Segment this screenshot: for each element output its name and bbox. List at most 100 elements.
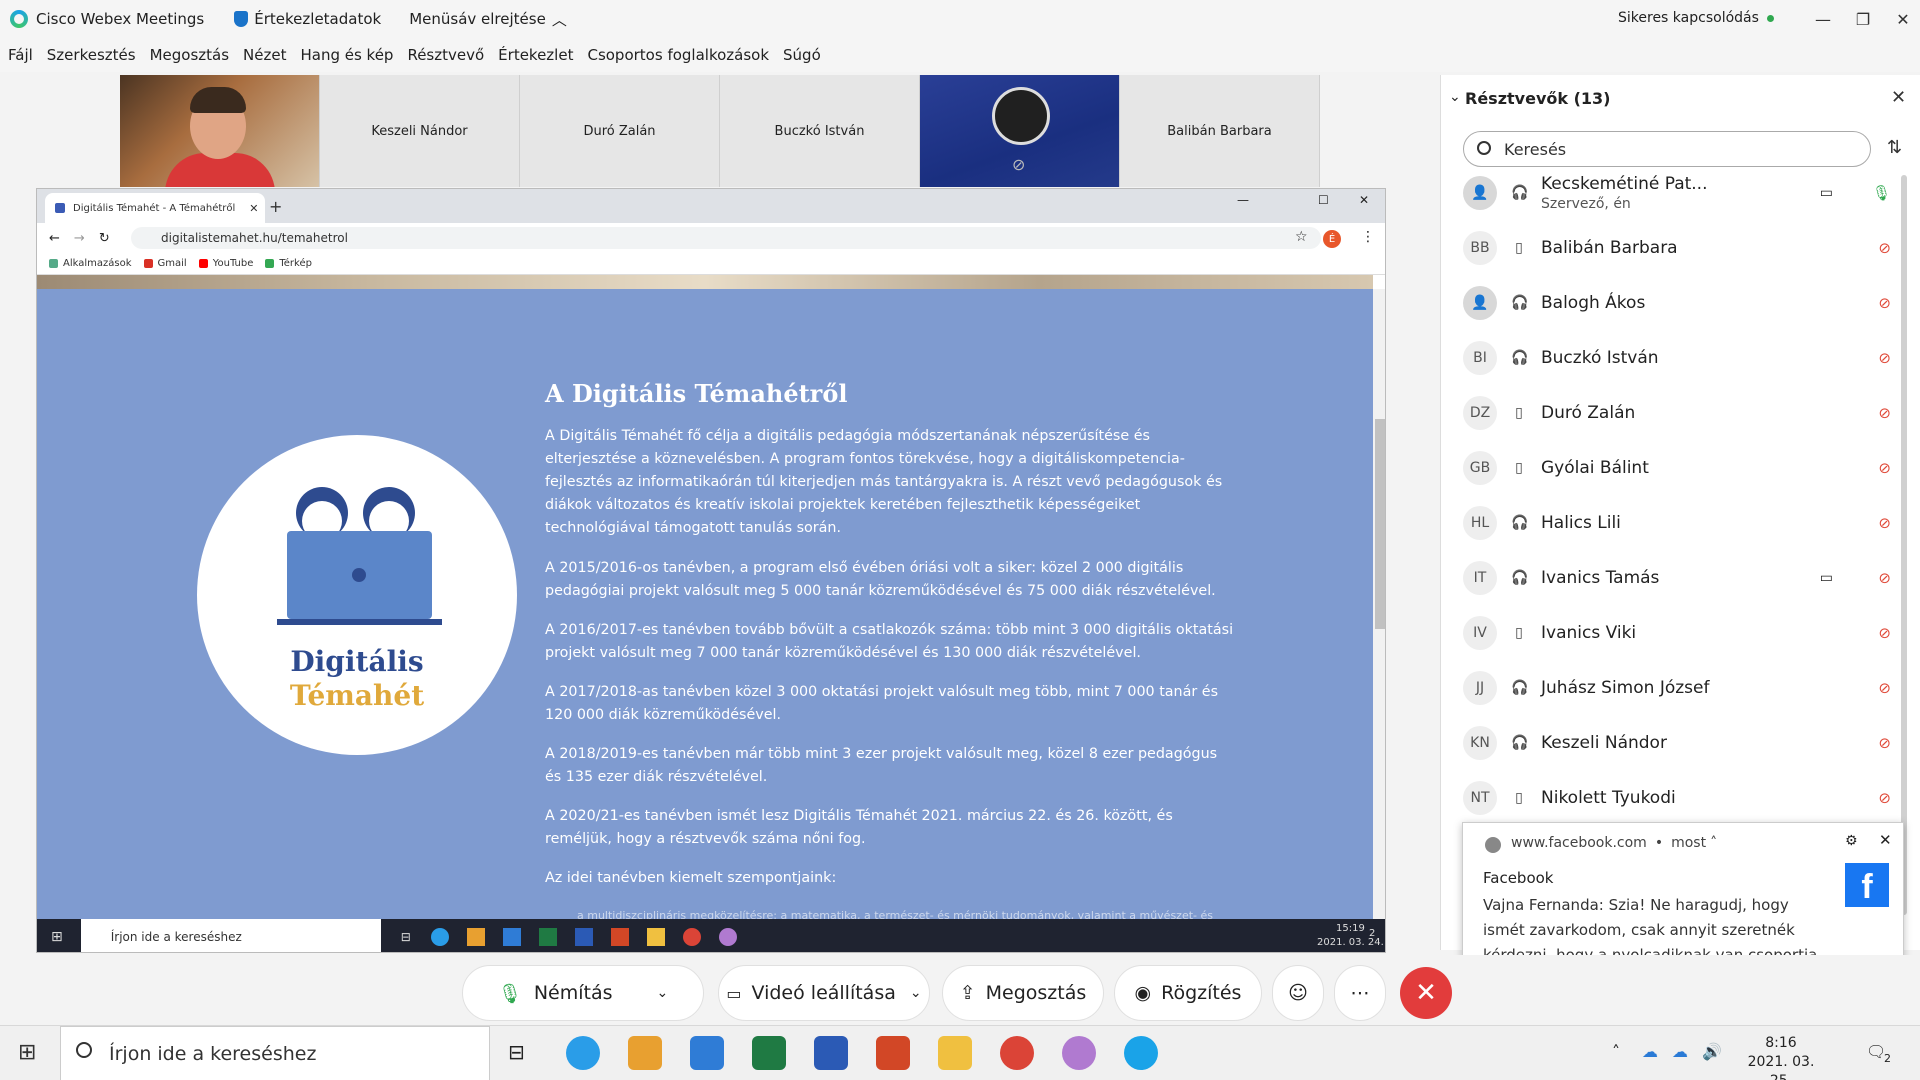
browser-tab[interactable]: Digitális Témahét - A Témahétről ✕	[45, 193, 265, 223]
webex-icon[interactable]	[1124, 1036, 1158, 1070]
chrome-icon[interactable]	[1000, 1036, 1034, 1070]
microphone-muted-icon[interactable]: ⊘	[1878, 789, 1891, 807]
microphone-icon[interactable]: 🎙	[1872, 184, 1891, 202]
browser-close-button[interactable]: ✕	[1359, 193, 1369, 207]
chevron-down-icon[interactable]: ⌄	[657, 985, 669, 1001]
menu-file[interactable]: Fájl	[8, 46, 33, 64]
bookmark-apps[interactable]: Alkalmazások	[49, 258, 132, 269]
browser-menu-icon[interactable]: ⋮	[1361, 229, 1375, 245]
video-camera-icon: ▭	[1819, 184, 1833, 201]
stop-video-button[interactable]: ▭ Videó leállítása ⌄	[718, 965, 930, 1021]
record-button[interactable]: ◉ Rögzítés	[1114, 965, 1262, 1021]
taskbar-clock[interactable]: 8:16 2021. 03. 25.	[1736, 1034, 1826, 1080]
video-tile[interactable]: Duró Zalán	[520, 75, 720, 187]
participant-row[interactable]: JJ 🎧 Juhász Simon József ⊘	[1463, 660, 1903, 715]
video-tile[interactable]: Buczkó István	[720, 75, 920, 187]
close-icon: ✕	[1415, 978, 1437, 1008]
panel-close-icon[interactable]: ✕	[1891, 87, 1906, 108]
mute-button[interactable]: 🎙 Némítás ⌄	[462, 965, 704, 1021]
microphone-muted-icon[interactable]: ⊘	[1878, 404, 1891, 422]
self-video-tile[interactable]	[120, 75, 320, 187]
bookmark-maps[interactable]: Térkép	[265, 258, 312, 269]
notification-close-icon[interactable]: ✕	[1879, 831, 1892, 849]
browser-minimize-button[interactable]: —	[1237, 193, 1249, 207]
edge-icon[interactable]	[566, 1036, 600, 1070]
leave-meeting-button[interactable]: ✕	[1400, 967, 1452, 1019]
close-button[interactable]: ✕	[1880, 0, 1920, 38]
store-icon[interactable]	[628, 1036, 662, 1070]
volume-icon[interactable]: 🔊	[1702, 1042, 1722, 1061]
microphone-muted-icon[interactable]: ⊘	[1878, 294, 1891, 312]
video-tile[interactable]: Keszeli Nándor	[320, 75, 520, 187]
chevron-up-icon[interactable]: ˄	[1612, 1042, 1620, 1061]
reload-icon[interactable]: ↻	[99, 231, 110, 246]
collapse-chevron-icon[interactable]: ⌄	[1449, 89, 1461, 105]
video-tile[interactable]: Balibán Barbara	[1120, 75, 1320, 187]
hide-menu-button[interactable]: Menüsáv elrejtése ︿	[409, 9, 567, 30]
meeting-info-button[interactable]: Értekezletadatok	[234, 10, 381, 28]
excel-icon[interactable]	[752, 1036, 786, 1070]
start-icon: ⊞	[51, 928, 63, 945]
bookmark-youtube[interactable]: YouTube	[198, 258, 253, 269]
microphone-muted-icon[interactable]: ⊘	[1878, 459, 1891, 477]
obs-video-tile[interactable]: ⊘	[920, 75, 1120, 187]
camera-icon: ▭	[726, 983, 742, 1003]
participant-row[interactable]: DZ ▯ Duró Zalán ⊘	[1463, 385, 1903, 440]
word-icon[interactable]	[814, 1036, 848, 1070]
participant-row[interactable]: KN 🎧 Keszeli Nándor ⊘	[1463, 715, 1903, 770]
mail-icon[interactable]	[690, 1036, 724, 1070]
onedrive-icon[interactable]: ☁	[1642, 1042, 1658, 1061]
sort-icon[interactable]: ⇅	[1887, 137, 1902, 158]
participant-row[interactable]: 👤 🎧 Kecskeméti​né Pat... Szervező, én ▭ 🎙	[1463, 165, 1903, 220]
chevron-down-icon[interactable]: ⌄	[910, 985, 922, 1001]
participant-row[interactable]: IT 🎧 Ivanics Tamás ▭ ⊘	[1463, 550, 1903, 605]
microphone-muted-icon[interactable]: ⊘	[1878, 349, 1891, 367]
onedrive-icon[interactable]: ☁	[1672, 1042, 1688, 1061]
app-icon[interactable]	[1062, 1036, 1096, 1070]
microphone-muted-icon[interactable]: ⊘	[1878, 679, 1891, 697]
profile-avatar[interactable]: É	[1323, 230, 1341, 248]
reactions-button[interactable]: ☺	[1272, 965, 1324, 1021]
participant-row[interactable]: IV ▯ Ivanics Viki ⊘	[1463, 605, 1903, 660]
file-explorer-icon[interactable]	[938, 1036, 972, 1070]
browser-maximize-button[interactable]: ☐	[1318, 193, 1329, 207]
microphone-muted-icon[interactable]: ⊘	[1878, 239, 1891, 257]
participant-row[interactable]: 👤 🎧 Balogh Ákos ⊘	[1463, 275, 1903, 330]
forward-icon[interactable]: →	[74, 231, 85, 246]
scrollbar-thumb[interactable]	[1375, 419, 1385, 629]
shared-screen: Digitális Témahét - A Témahétről ✕ + — ☐…	[36, 188, 1386, 953]
menu-breakout[interactable]: Csoportos foglalkozások	[587, 46, 769, 64]
powerpoint-icon[interactable]	[876, 1036, 910, 1070]
menu-view[interactable]: Nézet	[243, 46, 286, 64]
microphone-muted-icon[interactable]: ⊘	[1878, 569, 1891, 587]
participant-row[interactable]: HL 🎧 Halics Lili ⊘	[1463, 495, 1903, 550]
task-view-icon[interactable]: ⊟	[508, 1040, 525, 1064]
menu-participant[interactable]: Résztvevő	[407, 46, 484, 64]
taskbar-search[interactable]: Írjon ide a kereséshez	[60, 1026, 490, 1080]
gear-icon[interactable]: ⚙	[1845, 833, 1858, 849]
participant-row[interactable]: GB ▯ Gyólai Bálint ⊘	[1463, 440, 1903, 495]
new-tab-button[interactable]: +	[269, 197, 282, 216]
participant-row[interactable]: BB ▯ Balibán Barbara ⊘	[1463, 220, 1903, 275]
share-button[interactable]: ⇪ Megosztás	[942, 965, 1104, 1021]
tab-close-icon[interactable]: ✕	[249, 202, 258, 215]
menu-help[interactable]: Súgó	[783, 46, 821, 64]
facebook-icon: f	[1845, 863, 1889, 907]
participant-row[interactable]: BI 🎧 Buczkó István ⊘	[1463, 330, 1903, 385]
microphone-muted-icon[interactable]: ⊘	[1878, 624, 1891, 642]
back-icon[interactable]: ←	[49, 231, 60, 246]
more-options-button[interactable]: ⋯	[1334, 965, 1386, 1021]
menu-meeting[interactable]: Értekezlet	[498, 46, 573, 64]
bookmark-star-icon[interactable]: ☆	[1295, 229, 1308, 245]
address-bar[interactable]: digitalistemahet.hu/temahetrol	[131, 227, 1321, 249]
microphone-muted-icon[interactable]: ⊘	[1878, 734, 1891, 752]
participant-row[interactable]: NT ▯ Nikolett Tyukodi ⊘	[1463, 770, 1903, 825]
menu-share[interactable]: Megosztás	[150, 46, 229, 64]
phone-icon: ▯	[1515, 459, 1523, 476]
microphone-muted-icon[interactable]: ⊘	[1878, 514, 1891, 532]
bookmark-gmail[interactable]: Gmail	[143, 258, 187, 269]
windows-start-icon[interactable]: ⊞	[18, 1040, 36, 1065]
menu-audio-video[interactable]: Hang és kép	[300, 46, 393, 64]
participant-search-input[interactable]: Keresés	[1463, 131, 1871, 167]
menu-edit[interactable]: Szerkesztés	[47, 46, 136, 64]
